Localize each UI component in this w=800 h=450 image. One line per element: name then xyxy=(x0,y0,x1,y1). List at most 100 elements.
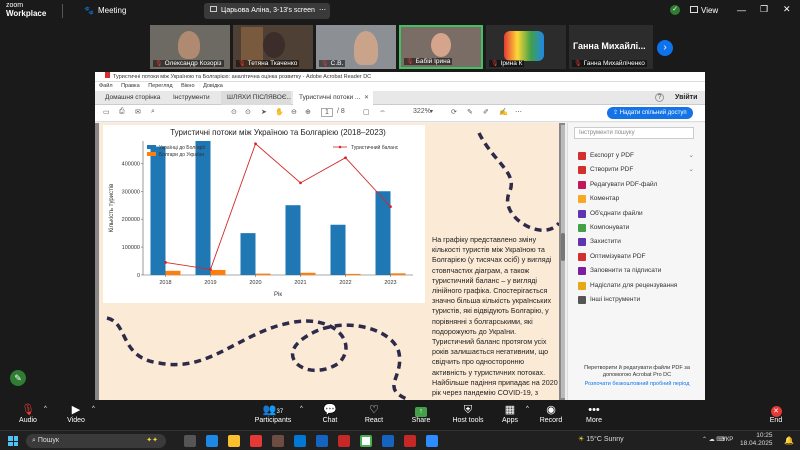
outlook-icon[interactable] xyxy=(294,435,306,447)
sign-in-button[interactable]: Увійти xyxy=(675,94,697,101)
chevron-down-icon[interactable]: ⌄ xyxy=(689,163,694,177)
next-page-icon[interactable]: ⊙ xyxy=(245,108,251,116)
search-icon[interactable]: ⌕ xyxy=(151,108,155,116)
tool-icon xyxy=(578,152,586,160)
tool-item[interactable]: Інші інструменти xyxy=(568,293,705,307)
save-icon[interactable]: ▭ xyxy=(103,108,110,116)
tab-document-2[interactable]: Туристичні потоки ... xyxy=(293,91,373,105)
annotate-pen-icon[interactable]: ✎ xyxy=(10,370,26,386)
tool-item[interactable]: Редагувати PDF-файл xyxy=(568,178,705,192)
chat-icon: 💬 xyxy=(323,404,337,416)
end-meeting-button[interactable]: ✕ End xyxy=(752,403,800,424)
view-button[interactable]: View xyxy=(690,6,718,15)
windows-start-icon[interactable] xyxy=(8,436,18,446)
comment-icon[interactable]: ✎ xyxy=(467,108,473,116)
app-icon[interactable] xyxy=(272,435,284,447)
chevron-down-icon[interactable]: ⌄ xyxy=(689,149,694,163)
more-dots-icon[interactable]: ⋯ xyxy=(319,3,326,19)
tool-item[interactable]: Об'єднати файли xyxy=(568,207,705,221)
tab-tools[interactable]: Інструменти xyxy=(167,91,216,105)
meeting-tab[interactable]: 🐾 Meeting xyxy=(84,6,126,15)
chat-button[interactable]: 💬 Chat xyxy=(306,403,354,424)
record-button[interactable]: ◉ Record xyxy=(527,403,575,424)
page-number-input[interactable]: 1 xyxy=(321,108,333,117)
participant-tile[interactable]: 🎙 Ірина К xyxy=(486,25,566,69)
next-page-chevron-icon[interactable]: › xyxy=(657,40,673,56)
highlight-icon[interactable]: ✐ xyxy=(483,108,489,116)
edge-icon[interactable] xyxy=(206,435,218,447)
zoom-icon[interactable] xyxy=(426,435,438,447)
zoom-out-icon[interactable]: ⊖ xyxy=(291,108,297,116)
scrollbar-thumb[interactable] xyxy=(561,233,565,261)
close-icon[interactable]: ✕ xyxy=(783,4,791,15)
host-tools-button[interactable]: ⛨ Host tools xyxy=(444,403,492,424)
menu-edit[interactable]: Правка xyxy=(121,83,140,89)
video-options-chevron-icon[interactable]: ^ xyxy=(92,406,95,412)
prev-page-icon[interactable]: ⊙ xyxy=(231,108,237,116)
help-icon[interactable]: ? xyxy=(655,93,664,102)
share-button[interactable]: ↑ Share xyxy=(397,403,445,424)
language-indicator[interactable]: УКР xyxy=(722,437,733,443)
tab-document-1[interactable]: ШЛЯХИ ПІСЛЯВОЄ... xyxy=(221,91,291,105)
dashed-curve-right xyxy=(477,132,559,232)
more-tools-icon[interactable]: ⋯ xyxy=(515,108,522,116)
file-explorer-icon[interactable] xyxy=(228,435,240,447)
fit-width-icon[interactable]: ⇔ xyxy=(379,108,386,115)
tool-item[interactable]: Створити PDF ⌄ xyxy=(568,163,705,177)
participant-tile-active[interactable]: 🎙 Бабій Ірина xyxy=(399,25,483,69)
tool-item[interactable]: Надіслати для рецензування xyxy=(568,279,705,293)
audio-options-chevron-icon[interactable]: ^ xyxy=(44,406,47,412)
pdf-app-icon[interactable] xyxy=(404,435,416,447)
zoom-in-icon[interactable]: ⊕ xyxy=(305,108,311,116)
react-button[interactable]: ♡ React xyxy=(350,403,398,424)
tool-label: Експорт у PDF xyxy=(590,152,634,159)
share-access-button[interactable]: ⇪ Надати спільний доступ xyxy=(607,107,693,119)
tool-item[interactable]: Захистити xyxy=(568,235,705,249)
participants-button[interactable]: 👥37 Participants xyxy=(250,403,296,424)
minimize-icon[interactable]: — xyxy=(737,5,746,15)
tool-item[interactable]: Компонувати xyxy=(568,221,705,235)
select-cursor-icon[interactable]: ➤ xyxy=(261,108,267,116)
more-button[interactable]: ••• More xyxy=(570,403,618,424)
word-icon[interactable] xyxy=(382,435,394,447)
tools-search-input[interactable]: Інструменти пошуку xyxy=(574,127,694,139)
hand-tool-icon[interactable]: ✋ xyxy=(275,108,284,116)
notification-bell-icon[interactable]: 🔔 xyxy=(784,436,794,445)
participant-tile[interactable]: Ганна Михайлі... 🎙 Ганна Михайліченко xyxy=(569,25,653,69)
zoom-level[interactable]: 322% xyxy=(413,108,431,115)
clock[interactable]: 10:25 18.04.2025 xyxy=(740,432,773,448)
participant-tile[interactable]: 🎙 Тетяна Ткаченко xyxy=(233,25,313,69)
tab-close-icon[interactable]: ✕ xyxy=(364,94,369,101)
document-scrollbar[interactable] xyxy=(561,125,565,398)
chrome-icon[interactable] xyxy=(360,435,372,447)
maximize-icon[interactable]: ❐ xyxy=(760,4,768,15)
document-viewport[interactable]: Туристичні потоки між Україною та Болгар… xyxy=(95,123,565,400)
trial-link[interactable]: Розпочати безкоштовний пробний період xyxy=(576,381,698,387)
zoom-dropdown-chevron-icon[interactable]: ▾ xyxy=(430,108,433,115)
clock-time: 10:25 xyxy=(756,432,773,439)
print-icon[interactable]: ⎙ xyxy=(119,108,125,116)
weather-widget[interactable]: ☀ 15°C Sunny xyxy=(578,435,624,443)
sign-icon[interactable]: ✍ xyxy=(499,108,508,116)
store-icon[interactable] xyxy=(250,435,262,447)
email-icon[interactable]: ✉ xyxy=(135,108,141,116)
dropbox-icon[interactable] xyxy=(316,435,328,447)
menu-file[interactable]: Файл xyxy=(99,83,113,89)
participants-chevron-icon[interactable]: ^ xyxy=(300,406,303,412)
taskbar-search[interactable]: ⌕ Пошук ✦✦ xyxy=(26,434,166,448)
tool-item[interactable]: Оптимізувати PDF xyxy=(568,250,705,264)
tool-item[interactable]: Заповнити та підписати xyxy=(568,264,705,278)
rotate-icon[interactable]: ⟳ xyxy=(451,108,457,116)
tab-home[interactable]: Домашня сторінка xyxy=(99,91,166,105)
tool-item[interactable]: Експорт у PDF ⌄ xyxy=(568,149,705,163)
fit-page-icon[interactable]: ▢ xyxy=(363,108,370,116)
share-banner[interactable]: Царьова Аліна, 3-13's screen ⋯ xyxy=(204,3,330,19)
menu-window[interactable]: Вікно xyxy=(181,83,194,89)
participant-tile[interactable]: 🎙 Олександр Козоріз xyxy=(150,25,230,69)
task-view-icon[interactable] xyxy=(184,435,196,447)
menu-view[interactable]: Перегляд xyxy=(148,83,172,89)
tool-item[interactable]: Коментар xyxy=(568,192,705,206)
participant-tile[interactable]: 🎙 С.В. xyxy=(316,25,396,69)
acrobat-icon[interactable] xyxy=(338,435,350,447)
menu-help[interactable]: Довідка xyxy=(203,83,223,89)
